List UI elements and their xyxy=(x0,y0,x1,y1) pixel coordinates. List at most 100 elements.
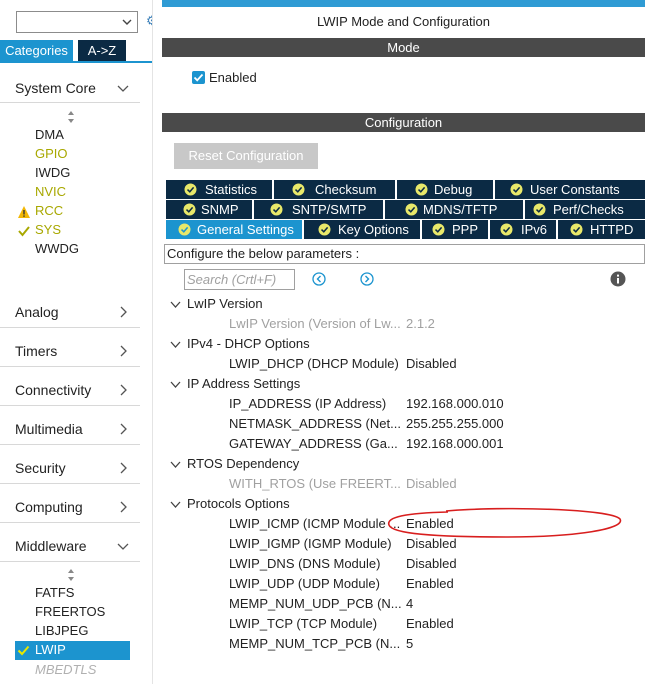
item-libjpeg[interactable]: LIBJPEG xyxy=(35,623,88,639)
param-name: LWIP_UDP (UDP Module) xyxy=(229,576,380,591)
sort-icon[interactable] xyxy=(66,110,76,124)
tab-snmp[interactable]: SNMP xyxy=(166,200,252,219)
section-system-core[interactable]: System Core xyxy=(0,74,140,102)
item-rcc[interactable]: RCC xyxy=(35,203,63,219)
mode-header: Mode xyxy=(162,38,645,57)
tab-label: Checksum xyxy=(315,182,377,197)
section-timers[interactable]: Timers xyxy=(0,337,140,365)
enabled-label: Enabled xyxy=(209,70,257,85)
component-search-combobox[interactable] xyxy=(16,11,138,33)
tab-label: Perf/Checks xyxy=(553,202,624,217)
panel-splitter[interactable] xyxy=(152,0,162,684)
tab-a-to-z[interactable]: A->Z xyxy=(78,40,126,61)
item-dma[interactable]: DMA xyxy=(35,127,64,143)
previous-match-icon[interactable] xyxy=(312,272,326,286)
item-iwdg[interactable]: IWDG xyxy=(35,165,70,181)
top-strip xyxy=(162,0,645,7)
next-match-icon[interactable] xyxy=(360,272,374,286)
tab-sntp-smtp[interactable]: SNTP/SMTP xyxy=(254,200,383,219)
param-value: Disabled xyxy=(406,536,457,551)
check-circle-icon xyxy=(415,183,428,196)
group-label: Protocols Options xyxy=(187,496,290,511)
tab-label: Statistics xyxy=(205,182,258,197)
param-value: Enabled xyxy=(406,616,454,631)
item-fatfs[interactable]: FATFS xyxy=(35,585,74,601)
configuration-panel: LWIP Mode and Configuration Mode Enabled… xyxy=(162,0,645,684)
tab-general-settings[interactable]: General Settings xyxy=(166,220,302,239)
tab-httpd[interactable]: HTTPD xyxy=(558,220,645,239)
tab-label: HTTPD xyxy=(590,222,634,237)
tab-perf-checks[interactable]: Perf/Checks xyxy=(525,200,645,219)
item-lwip-selected[interactable]: LWIP xyxy=(15,641,130,660)
item-wwdg[interactable]: WWDG xyxy=(35,241,79,257)
check-icon xyxy=(193,73,204,82)
divider xyxy=(0,561,140,562)
param-name: LWIP_DNS (DNS Module) xyxy=(229,556,381,571)
check-circle-icon xyxy=(270,203,283,216)
check-circle-icon xyxy=(510,183,523,196)
tab-label: PPP xyxy=(452,222,479,237)
section-multimedia[interactable]: Multimedia xyxy=(0,415,140,443)
section-connectivity[interactable]: Connectivity xyxy=(0,376,140,404)
chevron-right-icon[interactable] xyxy=(117,383,129,397)
tab-label: SNMP xyxy=(201,202,239,217)
chevron-right-icon[interactable] xyxy=(117,500,129,514)
chevron-down-icon[interactable] xyxy=(170,379,181,390)
chevron-down-icon[interactable] xyxy=(170,299,181,310)
item-mbedtls[interactable]: MBEDTLS xyxy=(35,662,96,678)
group-label: IP Address Settings xyxy=(187,376,301,391)
check-circle-icon xyxy=(405,203,418,216)
item-sys[interactable]: SYS xyxy=(35,222,61,238)
enabled-checkbox[interactable] xyxy=(192,71,205,84)
chevron-down-icon[interactable] xyxy=(170,339,181,350)
reset-configuration-button[interactable]: Reset Configuration xyxy=(174,143,318,169)
info-icon[interactable] xyxy=(610,271,626,287)
tab-label: SNTP/SMTP xyxy=(292,202,367,217)
group-label: IPv4 - DHCP Options xyxy=(187,336,310,351)
tab-ppp[interactable]: PPP xyxy=(422,220,488,239)
section-analog[interactable]: Analog xyxy=(0,298,140,326)
chevron-down-icon[interactable] xyxy=(170,499,181,510)
parameter-search-input[interactable]: Search (Crtl+F) xyxy=(184,269,295,290)
chevron-right-icon[interactable] xyxy=(117,344,129,358)
param-value: 192.168.000.001 xyxy=(406,436,504,451)
tab-checksum[interactable]: Checksum xyxy=(274,180,395,199)
chevron-right-icon[interactable] xyxy=(117,305,129,319)
chevron-down-icon[interactable] xyxy=(117,81,129,95)
tab-categories[interactable]: Categories xyxy=(0,40,73,61)
param-value: Enabled xyxy=(406,576,454,591)
param-name: LWIP_TCP (TCP Module) xyxy=(229,616,378,631)
group-label: RTOS Dependency xyxy=(187,456,300,471)
param-name: GATEWAY_ADDRESS (Ga... xyxy=(229,436,398,451)
tab-key-options[interactable]: Key Options xyxy=(304,220,420,239)
chevron-right-icon[interactable] xyxy=(117,461,129,475)
section-computing[interactable]: Computing xyxy=(0,493,140,521)
divider xyxy=(0,405,140,406)
tab-user-constants[interactable]: User Constants xyxy=(495,180,645,199)
tab-underline xyxy=(0,61,152,63)
section-security[interactable]: Security xyxy=(0,454,140,482)
tab-ipv6[interactable]: IPv6 xyxy=(490,220,556,239)
category-tab-bar: Categories A->Z xyxy=(0,40,152,62)
param-name: MEMP_NUM_TCP_PCB (N... xyxy=(229,636,401,651)
param-value: Disabled xyxy=(406,556,457,571)
tab-debug[interactable]: Debug xyxy=(397,180,493,199)
check-circle-icon xyxy=(178,223,191,236)
chevron-down-icon[interactable] xyxy=(121,15,133,29)
tab-mdns-tftp[interactable]: MDNS/TFTP xyxy=(385,200,523,219)
tab-statistics[interactable]: Statistics xyxy=(166,180,272,199)
param-value: 192.168.000.010 xyxy=(406,396,504,411)
section-middleware[interactable]: Middleware xyxy=(0,532,140,560)
chevron-down-icon[interactable] xyxy=(117,539,129,553)
chevron-down-icon[interactable] xyxy=(170,459,181,470)
section-label: Security xyxy=(15,460,66,476)
param-name: WITH_RTOS (Use FREERT... xyxy=(229,476,401,491)
param-value: Disabled xyxy=(406,476,457,491)
item-freertos[interactable]: FREERTOS xyxy=(35,604,105,620)
sort-icon[interactable] xyxy=(66,568,76,582)
item-nvic[interactable]: NVIC xyxy=(35,184,66,200)
chevron-right-icon[interactable] xyxy=(117,422,129,436)
item-gpio[interactable]: GPIO xyxy=(35,146,68,162)
param-name: LWIP_DHCP (DHCP Module) xyxy=(229,356,399,371)
check-icon xyxy=(18,226,30,237)
